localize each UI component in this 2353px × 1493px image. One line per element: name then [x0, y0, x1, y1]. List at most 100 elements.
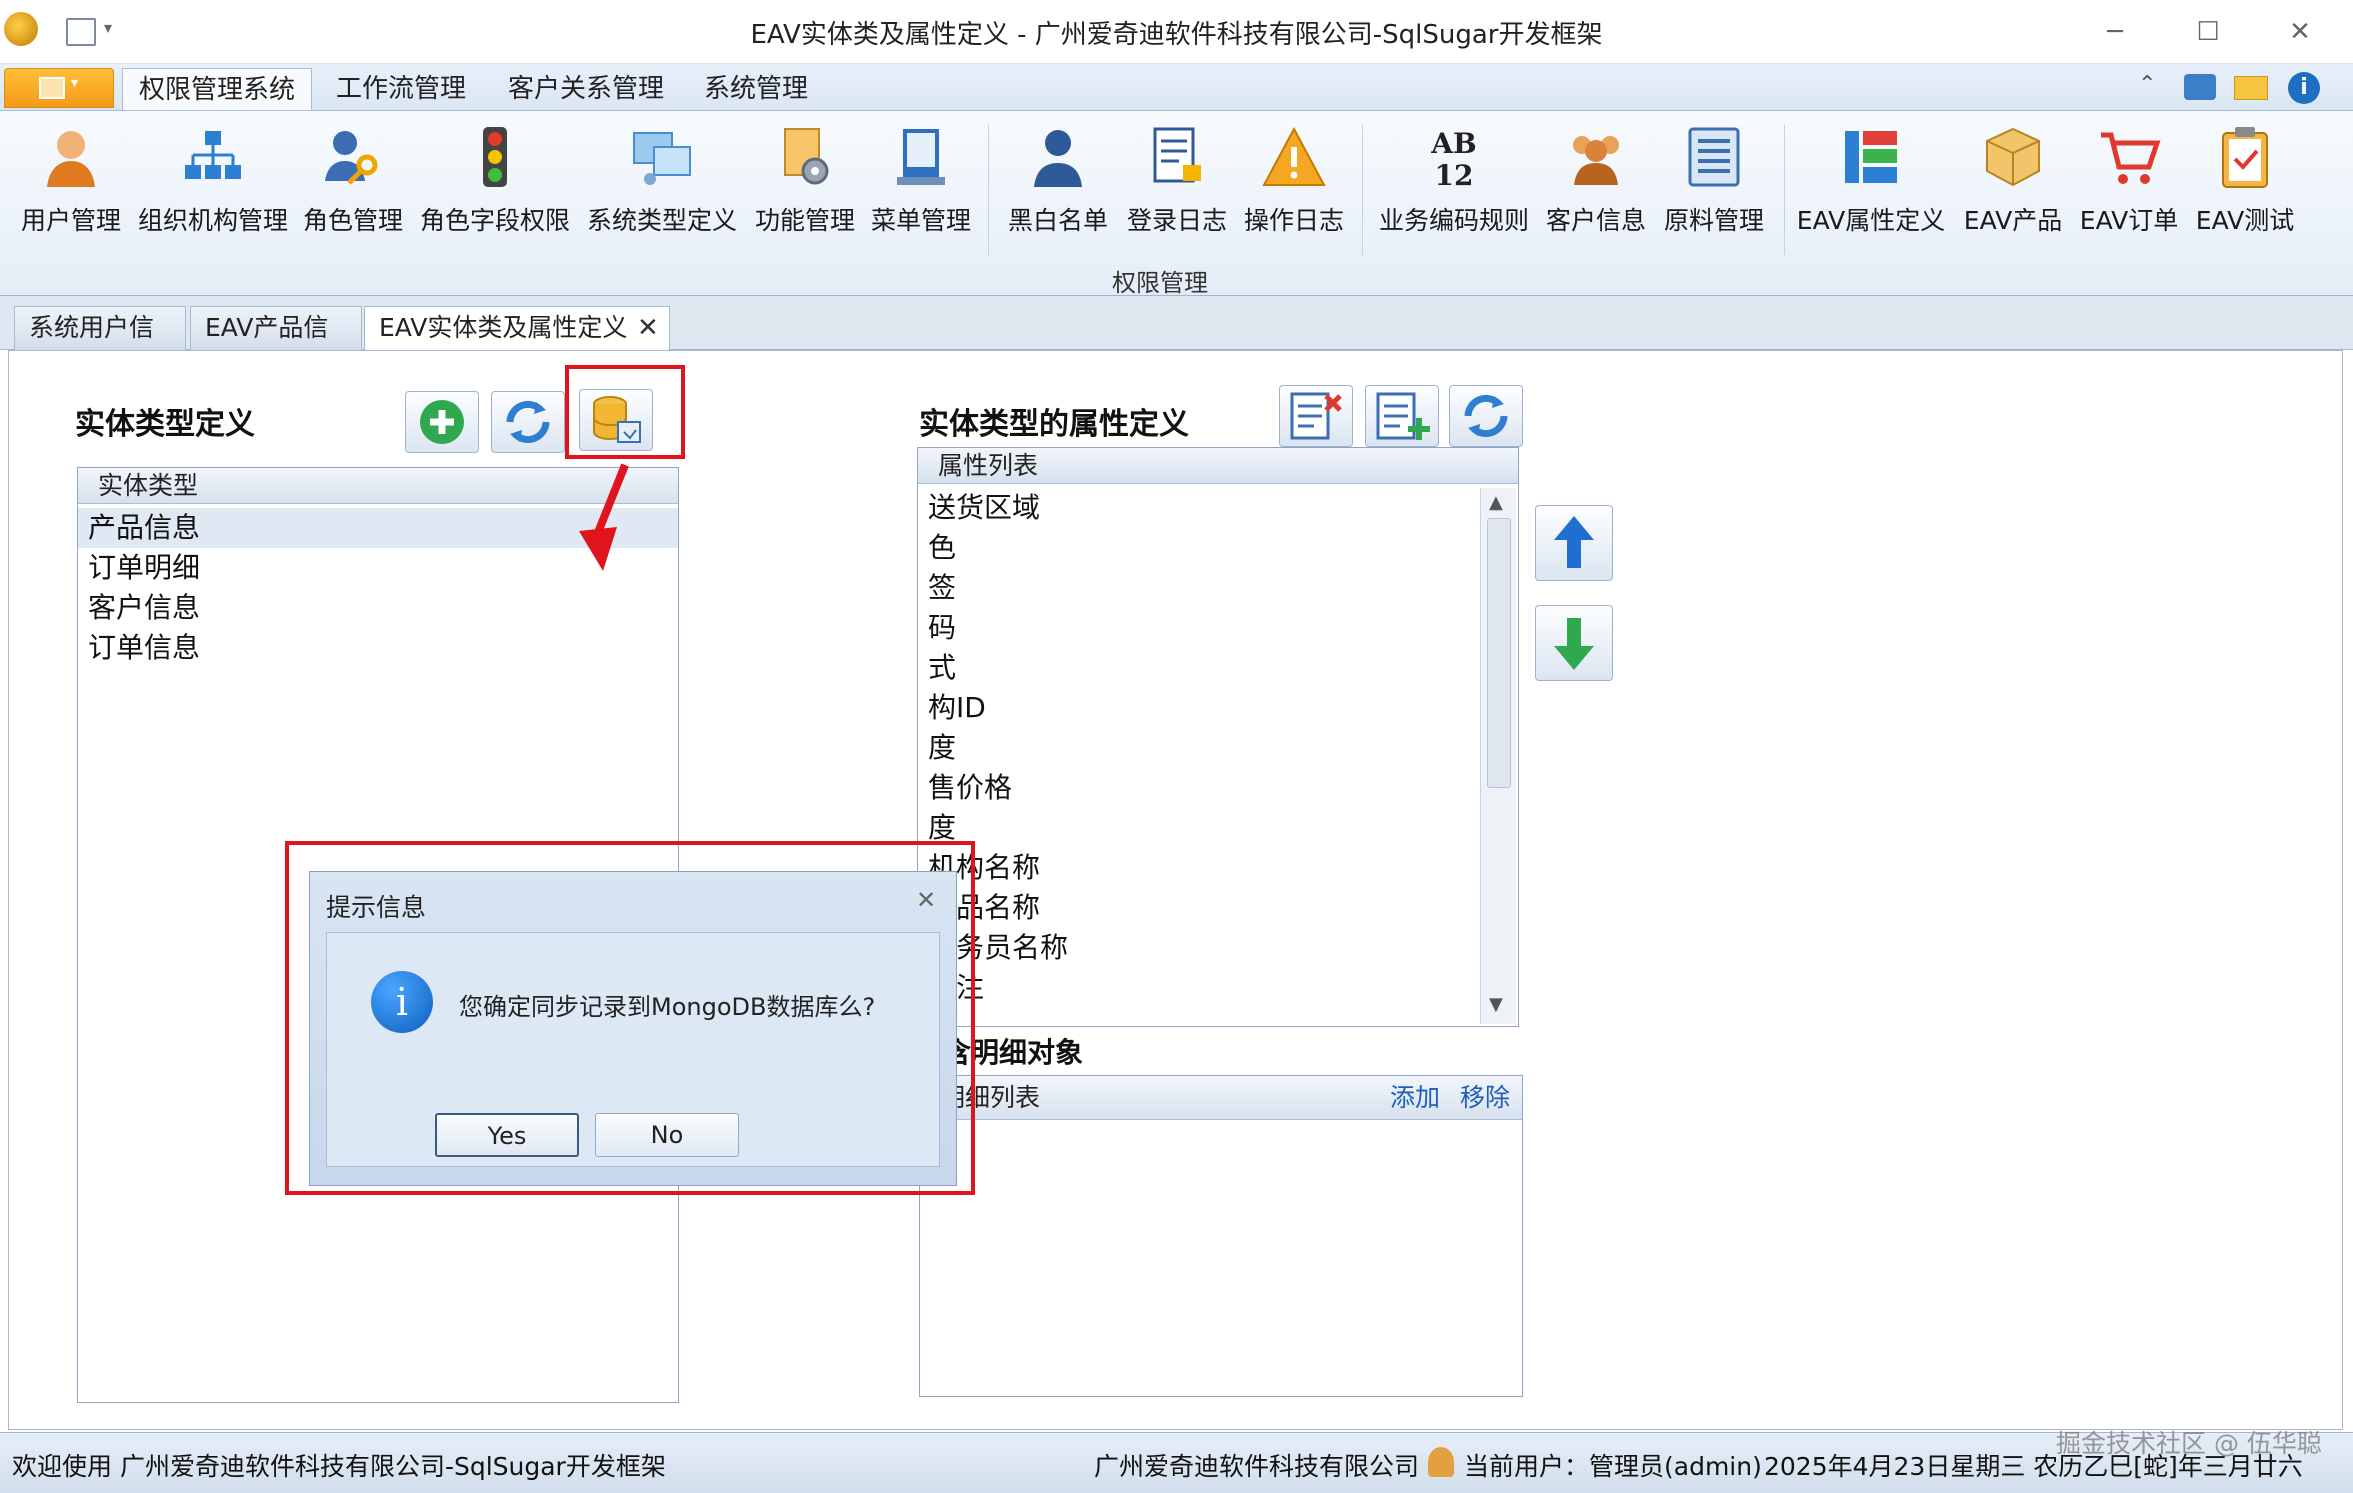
- list-item[interactable]: 客户信息: [78, 588, 678, 628]
- status-user: 当前用户：管理员(admin): [1464, 1452, 1762, 1481]
- ribbon-button-role-field-permission[interactable]: 角色字段权限: [420, 117, 570, 247]
- list-item[interactable]: 机构名称: [918, 848, 1478, 888]
- ribbon-button-eav-order[interactable]: EAV订单: [2076, 117, 2182, 247]
- material-list-icon: [1688, 127, 1740, 187]
- ribbon-label: 组织机构管理: [137, 206, 288, 235]
- detail-list-header: 明细列表 添加 移除: [920, 1076, 1522, 1120]
- info-icon[interactable]: i: [2288, 72, 2320, 104]
- ribbon-label: 角色管理: [302, 206, 403, 235]
- ribbon-button-eav-product[interactable]: EAV产品: [1958, 117, 2068, 247]
- ribbon-label: 角色字段权限: [420, 206, 571, 235]
- scroll-thumb[interactable]: [1487, 518, 1511, 788]
- arrow-up-icon: [1554, 516, 1594, 568]
- list-item[interactable]: 产品名称: [918, 888, 1478, 928]
- detail-remove-link[interactable]: 移除: [1460, 1076, 1510, 1120]
- scroll-down-icon[interactable]: ▼: [1489, 994, 1503, 1015]
- tab-crm[interactable]: 客户关系管理: [492, 68, 680, 110]
- move-down-button[interactable]: [1535, 605, 1613, 681]
- doc-tab-system-users[interactable]: 系统用户信息: [14, 306, 186, 384]
- detail-add-link[interactable]: 添加: [1390, 1076, 1440, 1120]
- arrow-down-icon: [1554, 618, 1594, 670]
- collapse-ribbon-icon[interactable]: ⌃: [2138, 72, 2156, 97]
- product-box-icon: [1986, 127, 2040, 187]
- refresh-attribute-button[interactable]: [1449, 385, 1523, 447]
- ribbon-label: 黑白名单: [1007, 206, 1108, 235]
- tab-permission-system[interactable]: 权限管理系统: [122, 68, 313, 110]
- ribbon-button-user-management[interactable]: 用户管理: [12, 117, 130, 247]
- ribbon-button-material-management[interactable]: 原料管理: [1658, 117, 1770, 247]
- ribbon-button-org-management[interactable]: 组织机构管理: [134, 117, 292, 247]
- document-tabs: 系统用户信息 EAV产品信息 EAV实体类及属性定义 ✕: [0, 296, 2353, 384]
- attribute-list-scrollbar[interactable]: ▲ ▼: [1480, 488, 1516, 1024]
- ribbon-label: 菜单管理: [870, 206, 971, 235]
- ribbon-button-eav-attribute-definition[interactable]: EAV属性定义: [1796, 117, 1946, 247]
- entity-type-title: 实体类型定义: [75, 407, 255, 442]
- system-type-icon: [633, 132, 691, 185]
- scroll-up-icon[interactable]: ▲: [1489, 492, 1503, 513]
- title-bar: ▾ EAV实体类及属性定义 - 广州爱奇迪软件科技有限公司-SqlSugar开发…: [0, 0, 2353, 64]
- list-item[interactable]: 售价格: [918, 768, 1478, 808]
- ribbon-separator: [1362, 125, 1363, 255]
- login-log-icon: [1153, 127, 1201, 183]
- list-item[interactable]: 业务员名称: [918, 928, 1478, 968]
- list-item[interactable]: 送货区域: [918, 488, 1478, 528]
- delete-attribute-button[interactable]: [1279, 385, 1353, 447]
- ribbon-button-blacklist[interactable]: 黑白名单: [1000, 117, 1116, 247]
- ribbon-button-role-management[interactable]: 角色管理: [298, 117, 408, 247]
- list-item[interactable]: 度: [918, 808, 1478, 848]
- list-item[interactable]: 订单信息: [78, 628, 678, 668]
- traffic-light-icon: [483, 127, 507, 187]
- list-item[interactable]: 度: [918, 728, 1478, 768]
- move-up-button[interactable]: [1535, 505, 1613, 581]
- red-arrow-annotation: [579, 463, 629, 571]
- ribbon-button-system-type[interactable]: 系统类型定义: [586, 117, 738, 247]
- tab-system-admin[interactable]: 系统管理: [688, 68, 824, 110]
- doc-tab-eav-entity-definition[interactable]: EAV实体类及属性定义 ✕: [364, 306, 670, 352]
- ribbon-label: EAV属性定义: [1796, 206, 1946, 235]
- maximize-button[interactable]: ☐: [2178, 10, 2238, 54]
- close-tab-icon[interactable]: ✕: [637, 307, 659, 349]
- ribbon-button-function-management[interactable]: 功能管理: [750, 117, 860, 247]
- ribbon-button-eav-test[interactable]: EAV测试: [2190, 117, 2300, 247]
- list-item[interactable]: 色: [918, 528, 1478, 568]
- ribbon-button-menu-management[interactable]: 菜单管理: [866, 117, 976, 247]
- mail-icon[interactable]: [2234, 76, 2268, 100]
- list-item[interactable]: 码: [918, 608, 1478, 648]
- refresh-icon: [506, 400, 550, 444]
- ribbon-button-operation-log[interactable]: 操作日志: [1240, 117, 1348, 247]
- doc-tab-label: EAV实体类及属性定义: [379, 313, 628, 342]
- list-item[interactable]: 签: [918, 568, 1478, 608]
- clipboard-check-icon: [2222, 127, 2268, 188]
- function-gear-icon: [784, 128, 829, 185]
- svg-text:12: 12: [1435, 159, 1474, 189]
- attribute-list-header: 属性列表: [918, 448, 1518, 484]
- add-attribute-button[interactable]: [1365, 385, 1439, 447]
- warning-icon: [1262, 126, 1326, 186]
- list-item[interactable]: 构ID: [918, 688, 1478, 728]
- close-window-button[interactable]: ✕: [2270, 10, 2330, 54]
- ribbon-label: 客户信息: [1545, 206, 1646, 235]
- chat-icon[interactable]: [2184, 74, 2216, 100]
- ribbon-button-business-code-rule[interactable]: AB 12 业务编码规则: [1376, 117, 1532, 247]
- org-chart-icon: [185, 131, 241, 179]
- list-item[interactable]: 式: [918, 648, 1478, 688]
- list-item[interactable]: 备注: [918, 968, 1478, 1008]
- tab-workflow[interactable]: 工作流管理: [320, 68, 482, 110]
- refresh-entity-button[interactable]: [491, 391, 565, 453]
- window-title: EAV实体类及属性定义 - 广州爱奇迪软件科技有限公司-SqlSugar开发框架: [750, 20, 1603, 50]
- menu-book-icon: [897, 129, 945, 185]
- doc-tab-eav-product[interactable]: EAV产品信息: [190, 306, 362, 384]
- app-menu-icon: [39, 77, 65, 99]
- ribbon-button-customer-info[interactable]: 客户信息: [1540, 117, 1652, 247]
- highlight-dialog: [285, 841, 975, 1195]
- ribbon-button-login-log[interactable]: 登录日志: [1122, 117, 1232, 247]
- minimize-button[interactable]: ─: [2085, 10, 2145, 54]
- add-entity-button[interactable]: [405, 391, 479, 453]
- app-menu-button[interactable]: ▾: [4, 68, 114, 108]
- user-icon: [47, 131, 95, 187]
- ribbon-label: 登录日志: [1126, 206, 1227, 235]
- app-menu-chevron-icon: ▾: [71, 75, 79, 91]
- person-icon: [1034, 130, 1082, 187]
- ribbon-separator: [1784, 125, 1785, 255]
- ribbon-label: 功能管理: [754, 206, 855, 235]
